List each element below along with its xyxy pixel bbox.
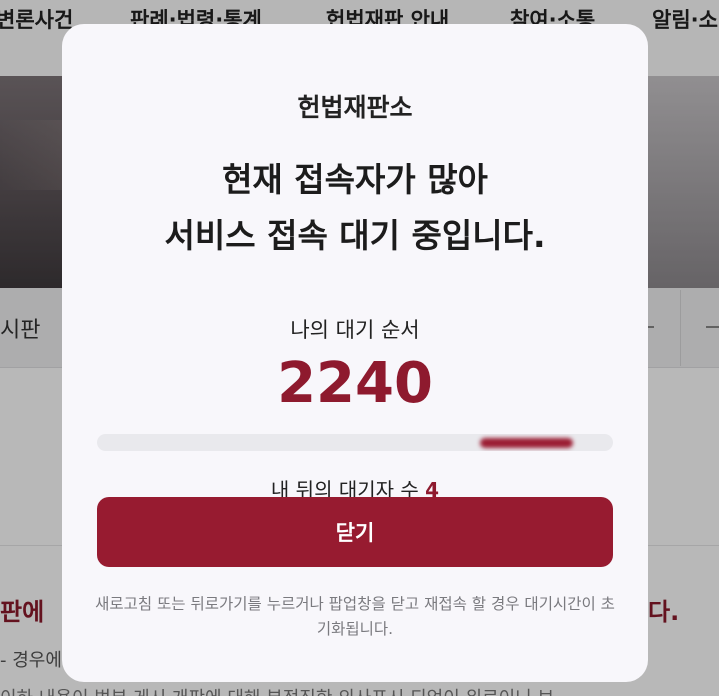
queue-headline: 현재 접속자가 많아 서비스 접속 대기 중입니다. <box>62 152 648 264</box>
headline-line-2: 서비스 접속 대기 중입니다. <box>164 216 546 255</box>
queue-progress-fill <box>480 438 573 448</box>
close-button[interactable]: 닫기 <box>97 497 613 567</box>
reset-notice: 새로고침 또는 뒤로가기를 누르거나 팝업창을 닫고 재접속 할 경우 대기시간… <box>95 595 615 638</box>
headline-line-1: 현재 접속자가 많아 <box>222 160 488 199</box>
queue-position-number: 2240 <box>277 351 433 416</box>
queue-modal: 헌법재판소 현재 접속자가 많아 서비스 접속 대기 중입니다. 나의 대기 순… <box>62 24 648 682</box>
queue-progress-bar <box>97 434 613 451</box>
organization-name: 헌법재판소 <box>297 93 413 122</box>
queue-position-label: 나의 대기 순서 <box>290 318 420 342</box>
